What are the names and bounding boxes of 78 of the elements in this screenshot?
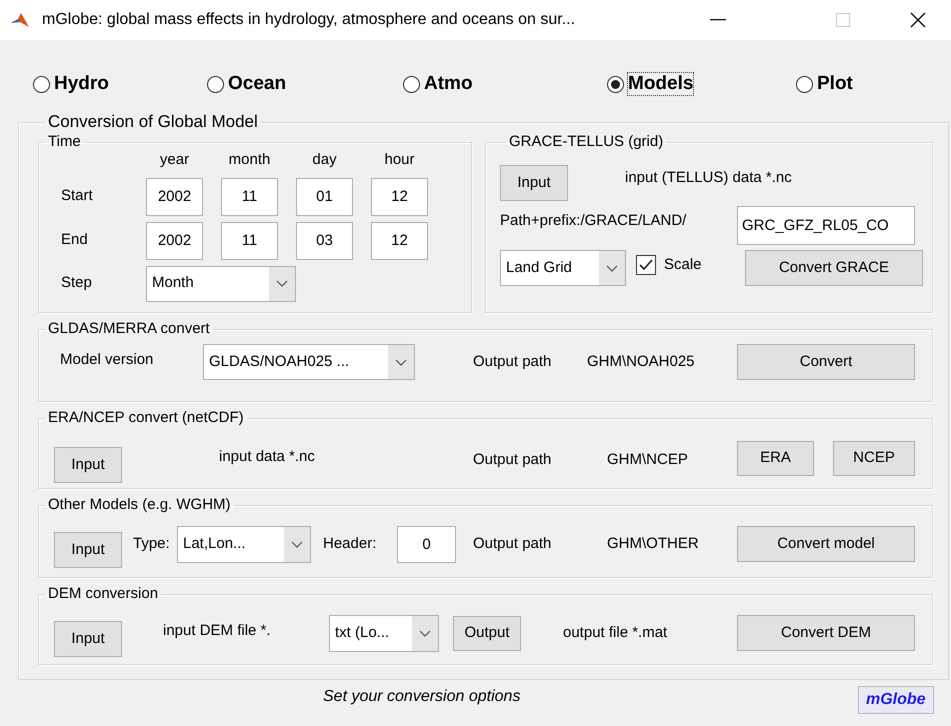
push-button[interactable]: Input [500, 165, 568, 201]
input-field[interactable]: 03 [296, 222, 353, 260]
row-label: End [61, 230, 89, 250]
label-text: Model version [60, 350, 154, 370]
row-label: Step [61, 273, 93, 294]
label-text: input (TELLUS) data *.nc [625, 168, 792, 188]
radio-button[interactable] [607, 76, 624, 92]
radio-label[interactable]: Atmo [424, 73, 473, 95]
app-icon [10, 11, 30, 29]
input-field[interactable]: 12 [371, 178, 428, 216]
push-button[interactable]: NCEP [833, 440, 915, 476]
group-title: Other Models (e.g. WGHM) [47, 496, 232, 514]
window-title: mGlobe: global mass effects in hydrology, atmosphere and oceans on sur... [42, 10, 576, 30]
column-label: day [311, 150, 338, 170]
radio-label[interactable]: Hydro [54, 73, 109, 95]
row-label: Start [61, 186, 94, 206]
radio-label[interactable]: Models [628, 73, 694, 95]
minimize-icon[interactable] [710, 19, 726, 21]
group-title: ERA/NCEP convert (netCDF) [47, 409, 245, 427]
group-title: Time [47, 133, 82, 151]
push-button[interactable]: Convert GRACE [745, 250, 923, 286]
input-field[interactable]: 2002 [146, 222, 203, 260]
input-field[interactable]: GRC_GFZ_RL05_CO [737, 206, 915, 245]
dropdown[interactable]: txt (Lo... [329, 614, 439, 652]
label-text: Output path [473, 450, 552, 470]
column-label: month [228, 150, 272, 170]
check-icon [639, 259, 653, 271]
label-text: Header: [323, 534, 378, 554]
label-text: Type: [133, 534, 171, 554]
radio-label[interactable]: Plot [817, 73, 853, 95]
close-icon[interactable] [910, 12, 926, 28]
column-label: hour [383, 150, 416, 170]
group-title: DEM conversion [47, 585, 160, 603]
label-text: input data *.nc [219, 446, 316, 467]
label-text: input DEM file *. [163, 620, 272, 641]
input-field[interactable]: 11 [221, 222, 278, 260]
input-field[interactable]: 01 [296, 178, 353, 216]
radio-button[interactable] [403, 76, 420, 92]
push-button[interactable]: Input [54, 621, 122, 657]
push-button[interactable]: Input [54, 447, 122, 483]
dropdown[interactable]: Month [146, 266, 296, 302]
label-text: GHM\NCEP [607, 450, 689, 470]
push-button[interactable]: Convert DEM [737, 615, 915, 651]
checkbox[interactable] [636, 255, 656, 275]
group-title: GRACE-TELLUS (grid) [508, 133, 664, 151]
dropdown[interactable]: Lat,Lon... [177, 526, 311, 562]
panel-title: Conversion of Global Model [47, 112, 259, 132]
push-button[interactable]: Output [453, 616, 521, 650]
label-text: Path+prefix:/GRACE/LAND/ [500, 211, 688, 232]
label-text: Scale [664, 254, 703, 275]
push-button[interactable]: ERA [737, 440, 814, 476]
label-text: output file *.mat [563, 622, 668, 643]
brand-label: mGlobe [858, 686, 934, 714]
input-field[interactable]: 12 [371, 222, 428, 260]
radio-button[interactable] [33, 76, 50, 92]
radio-button[interactable] [207, 76, 224, 92]
label-text: GHM\OTHER [607, 534, 700, 554]
input-field[interactable]: 2002 [146, 178, 203, 216]
push-button[interactable]: Convert model [737, 526, 915, 562]
label-text: Output path [473, 534, 552, 554]
push-button[interactable]: Input [54, 532, 122, 568]
chevron-down-icon [395, 358, 407, 366]
input-field[interactable]: 0 [397, 526, 456, 562]
column-label: year [158, 150, 190, 170]
input-field[interactable]: 11 [221, 178, 278, 216]
label-text: Output path [473, 352, 552, 372]
chevron-down-icon [419, 630, 431, 636]
push-button[interactable]: Convert [737, 344, 915, 380]
chevron-down-icon [291, 540, 303, 548]
chevron-down-icon [606, 264, 618, 272]
label-text: GHM\NOAH025 [587, 352, 696, 372]
group-title: GLDAS/MERRA convert [47, 320, 211, 338]
radio-button[interactable] [796, 76, 813, 92]
dropdown[interactable]: GLDAS/NOAH025 ... [203, 344, 415, 380]
radio-label[interactable]: Ocean [228, 73, 286, 95]
dropdown[interactable]: Land Grid [500, 250, 626, 286]
chevron-down-icon [276, 280, 288, 287]
status-text: Set your conversion options [323, 687, 522, 707]
